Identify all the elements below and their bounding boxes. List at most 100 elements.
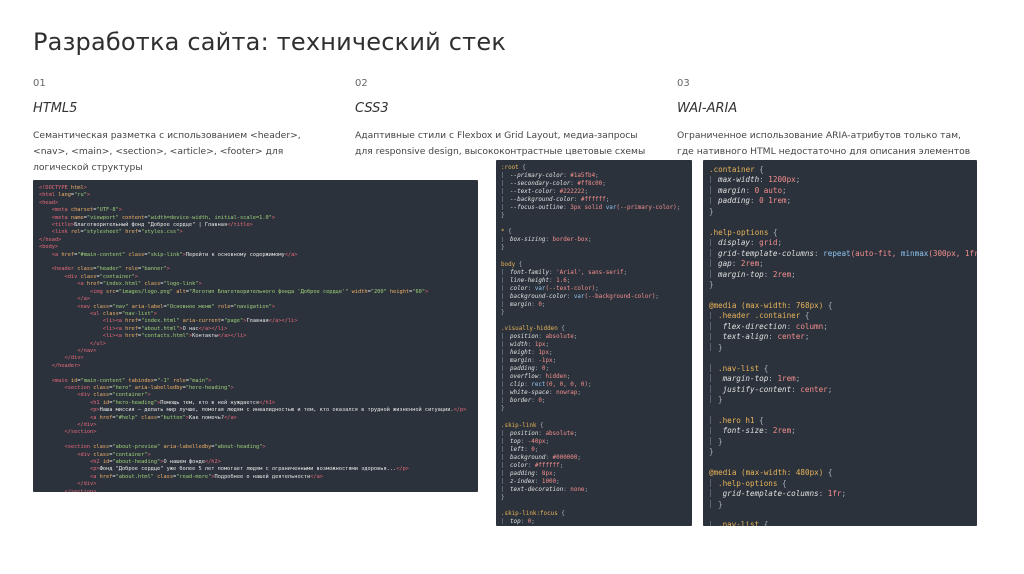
css-code-line: left: 0; [501,445,687,454]
html-code-line: ​ [39,437,472,444]
css-code-line: --primary-color: #1a5fb4; [501,172,687,180]
css-code-line: ​ [709,353,971,363]
html-code-line: ​ [39,370,472,377]
css-code-block: :root {--primary-color: #1a5fb4; --second… [501,164,687,526]
html-code-line: <img src="images/logo.png" alt="Логотип … [90,288,429,295]
html-code-line: <head> [39,199,59,206]
css-code-line: ​ [709,510,971,520]
css-code-line: clip: rect(0, 0, 0, 0); [501,381,687,389]
html-code-line: <ul class="nav-list"> [90,310,158,317]
css-code-line: text-decoration: none; [501,485,687,494]
css-code-line: ​ [501,413,687,421]
css-code-line: } [501,406,505,413]
css-code-line: display: grid; [709,238,971,248]
html-code-line: <div class="container"> [64,273,138,280]
css-code-line: ​ [501,253,687,261]
css-code-line: grid-template-columns: 1fr; [709,489,971,499]
html-code-line: <html lang="ru"> [39,192,91,199]
html-code-line: </header> [51,362,81,369]
css-code-line: } [709,206,714,216]
html-code-line: <main id="main-content" tabindex="-1" ro… [51,377,212,384]
css-code-line: @media (max-width: 480px) { [709,468,833,478]
css-code-line: } [501,245,505,252]
css-code-line: background: #000000; [501,453,687,462]
html-code-line: <p>Фонд "Доброе сердце" уже более 5 лет … [90,466,409,473]
css-code-line: .hero h1 { [709,416,971,426]
html-code-line: <nav class="nav" aria-label="Основное ме… [77,303,276,310]
column-css3: 02 CSS3 Адаптивные стили с Flexbox и Gri… [355,78,655,160]
css-code-line: .skip-link { [501,422,544,429]
css-code-line: overflow: hidden; [501,373,687,381]
css-code-line: height: 1px; [501,349,687,357]
html-code-line: ​ [39,259,472,266]
css-code-line: ​ [709,405,971,415]
css-code-line: border: 0; [501,397,687,405]
html-code-line: </head> [39,236,62,243]
html-code-line: <a href="index.html" class="logo-link"> [77,281,202,288]
css-code-line: flex-direction: column; [709,322,971,332]
css-code-line: font-size: 2rem; [709,426,971,436]
css-code-line: margin: 0 auto; [709,186,971,196]
css-code-line: margin-top: 1rem; [709,374,971,384]
css-code-line: .nav-list { [709,364,971,374]
css-code-line: box-sizing: border-box; [501,236,687,244]
html-code-line: <section class="about-preview" aria-labe… [64,444,266,451]
css-code-line: margin: 0; [501,300,687,309]
slide-title: Разработка сайта: технический стек [33,28,507,56]
css-code-line: } [709,447,714,457]
html-code-line: <body> [39,244,59,251]
html-code-line: <section class="hero" aria-labelledby="h… [64,384,234,391]
css-code-line: white-space: nowrap; [501,389,687,397]
css-code-line: position: absolute; [501,333,687,341]
html-code-line: </div> [77,422,97,428]
css-code-line: ​ [709,217,971,227]
html-code-line: </section> [64,429,97,436]
html-code-line: <title>Благотворительный фонд "Доброе се… [51,222,253,229]
html-code-panel: <!DOCTYPE html> <html lang="ru"> <head> <m… [33,180,478,492]
css-code-line: position: absolute; [501,429,687,438]
css-code-line: top: -40px; [501,437,687,446]
html-code-line: <div class="container"> [77,451,151,458]
html-code-line: <li><a href="contacts.html">Контакты</a>… [102,333,247,340]
css-code-line: margin: -1px; [501,357,687,365]
column-wai-aria: 03 WAI-ARIA Ограниченное использование A… [677,78,977,160]
html-code-line: </div> [77,481,97,488]
css-code-line: } [709,395,971,405]
css-code-line: } [709,279,714,289]
css-code-line: padding: 0; [501,365,687,373]
html-code-line: <li><a href="index.html" aria-current="p… [102,318,298,325]
css-code-line: ​ [709,290,971,300]
css-code-line: padding: 8px; [501,469,687,478]
css-media-code-block: .container {max-width: 1200px; margin: 0 … [709,165,977,526]
css-code-line: .header .container { [709,311,971,321]
css-code-line: .visually-hidden { [501,325,565,332]
html-code-line: <header class="header" role="banner"> [51,266,170,273]
css-code-line: gap: 2rem; [709,259,971,269]
column-description: Ограниченное использование ARIA-атрибуто… [677,130,971,157]
html-code-block: <!DOCTYPE html> <html lang="ru"> <head> <m… [39,185,472,492]
column-number: 02 [355,78,368,89]
css-code-line: } [709,437,971,447]
html-code-line: <a href="#main-content" class="skip-link… [51,251,298,258]
css-code-line: top: 0; [501,518,687,526]
css-code-line: } [709,343,971,353]
css-code-line: @media (max-width: 768px) { [709,300,833,310]
html-code-line: <a href="#help" class="button">Как помоч… [90,414,237,421]
css-code-line: .help-options { [709,479,971,489]
html-code-line: <h1 id="hero-heading">Помощь тем, кто в … [90,399,276,406]
css-code-line: width: 1px; [501,341,687,349]
column-html5: 01 HTML5 Семантическая разметка с исполь… [33,78,333,176]
html-code-line: <p>Наша миссия — делать мир лучше, помог… [90,407,467,414]
css-code-line: --secondary-color: #ff8c00; [501,180,687,188]
css-code-line: max-width: 1200px; [709,175,971,185]
css-code-line: .help-options { [709,227,778,237]
css-code-line: * { [501,229,512,236]
css-code-line: color: #ffffff; [501,461,687,470]
html-code-line: </div> [64,355,84,362]
html-code-line: <meta name="viewport" content="width=dev… [51,214,276,221]
column-heading: WAI-ARIA [677,101,738,116]
css-code-line: --background-color: #ffffff; [501,196,687,204]
column-description: Семантическая разметка с использованием … [33,130,301,173]
css-code-line: body { [501,261,523,268]
column-description: Адаптивные стили с Flexbox и Grid Layout… [355,130,646,157]
